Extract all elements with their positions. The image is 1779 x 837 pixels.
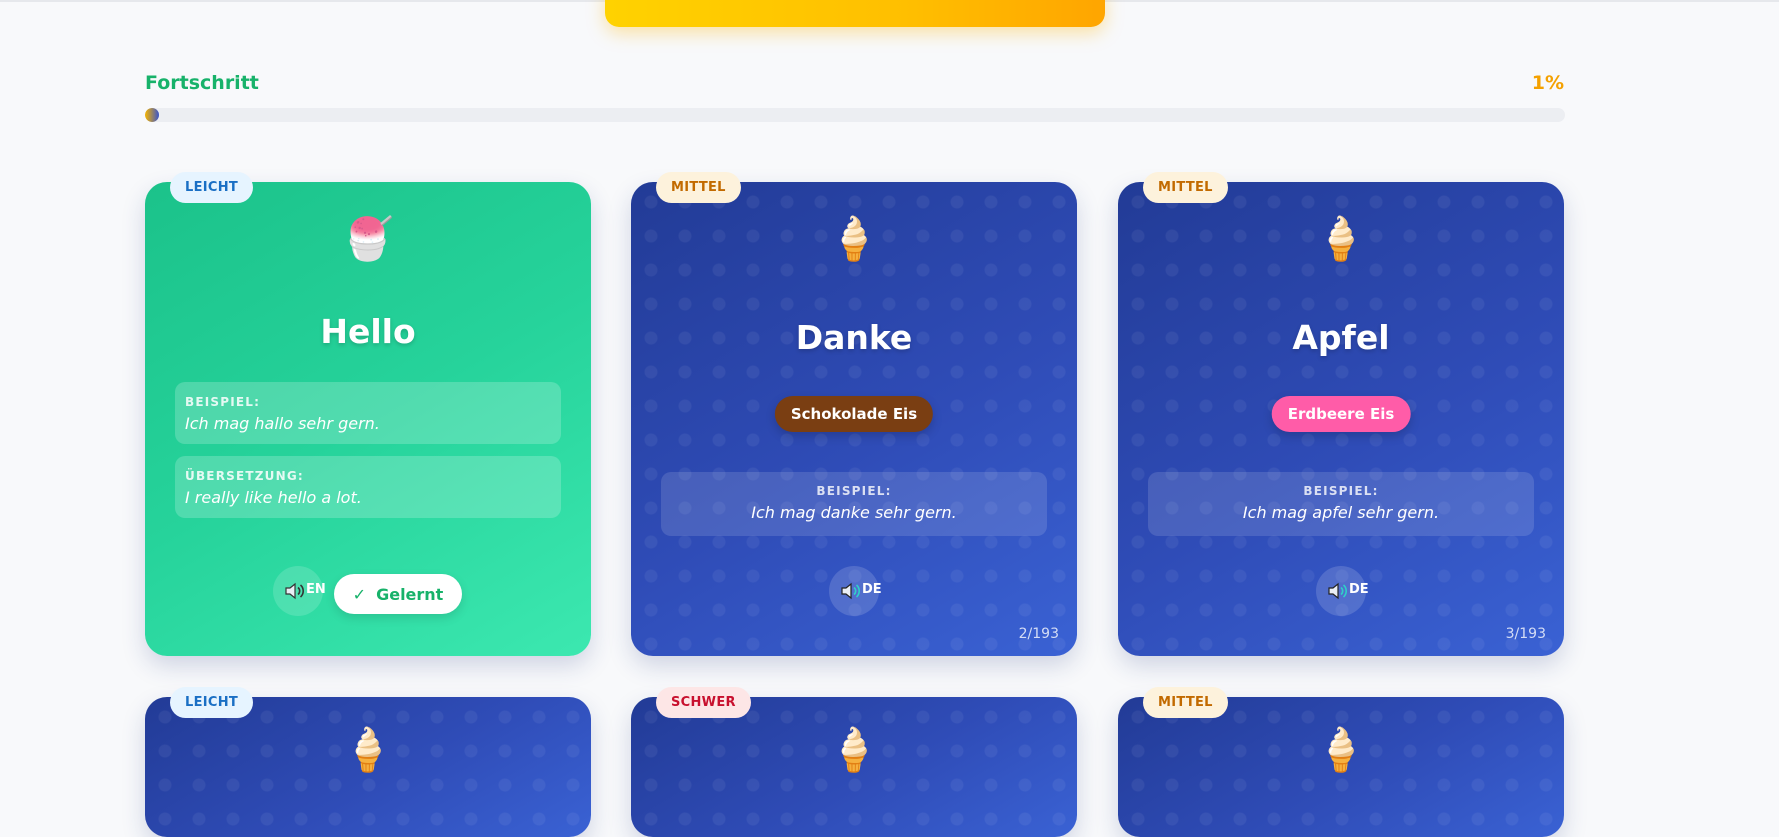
audio-button[interactable]: EN: [273, 566, 326, 616]
difficulty-badge: LEICHT: [170, 172, 254, 203]
difficulty-badge: LEICHT: [170, 687, 254, 718]
example-box: BEISPIEL: Ich mag hallo sehr gern.: [175, 382, 561, 444]
example-title: BEISPIEL:: [185, 395, 261, 409]
vocab-card[interactable]: LEICHT 🍦: [145, 687, 591, 837]
speaker-icon: [841, 582, 861, 600]
speaker-icon: [285, 582, 305, 600]
progress-bar-fill: [145, 108, 160, 122]
example-title: BEISPIEL:: [1303, 484, 1379, 498]
ice-cream-cone-icon: 🍦: [1314, 214, 1368, 263]
speaker-icon: [1328, 582, 1348, 600]
progress-percent: 1%: [1531, 72, 1564, 94]
ice-cream-cone-icon: 🍦: [341, 725, 395, 774]
example-box: BEISPIEL: Ich mag danke sehr gern.: [661, 472, 1047, 536]
translation-box: ÜBERSETZUNG: I really like hello a lot.: [175, 456, 561, 518]
difficulty-badge: MITTEL: [656, 172, 741, 203]
example-title: BEISPIEL:: [816, 484, 892, 498]
translation-title: ÜBERSETZUNG:: [185, 469, 304, 483]
top-banner: [605, 0, 1105, 27]
audio-button[interactable]: DE: [1316, 566, 1369, 616]
audio-lang: DE: [862, 582, 882, 597]
learned-button[interactable]: ✓ Gelernt: [334, 574, 462, 614]
ice-cream-cone-icon: 🍦: [827, 725, 881, 774]
vocab-card[interactable]: MITTEL 🍦: [1118, 687, 1564, 837]
card-word: Hello: [320, 312, 416, 351]
flavor-pill: Erdbeere Eis: [1271, 396, 1411, 432]
vocab-card-apfel[interactable]: MITTEL 🍦 Apfel Erdbeere Eis BEISPIEL: Ic…: [1118, 172, 1564, 656]
example-box: BEISPIEL: Ich mag apfel sehr gern.: [1148, 472, 1534, 536]
card-counter: 3/193: [1505, 626, 1546, 642]
example-text: Ich mag danke sehr gern.: [751, 503, 957, 522]
progress-bar: [145, 108, 1565, 122]
flavor-pill: Schokolade Eis: [774, 396, 934, 432]
difficulty-badge: MITTEL: [1143, 687, 1228, 718]
vocab-card-hello[interactable]: LEICHT 🍧 Hello BEISPIEL: Ich mag hallo s…: [145, 172, 591, 656]
ice-cream-cone-icon: 🍦: [1314, 725, 1368, 774]
progress-label: Fortschritt: [145, 72, 259, 94]
check-icon: ✓: [352, 584, 367, 604]
audio-lang: EN: [306, 582, 326, 597]
vocab-card-danke[interactable]: MITTEL 🍦 Danke Schokolade Eis BEISPIEL: …: [631, 172, 1077, 656]
vocab-card[interactable]: SCHWER 🍦: [631, 687, 1077, 837]
example-text: Ich mag hallo sehr gern.: [185, 414, 380, 433]
card-counter: 2/193: [1018, 626, 1059, 642]
ice-cream-cone-icon: 🍦: [827, 214, 881, 263]
card-word: Apfel: [1292, 318, 1390, 357]
card-word: Danke: [795, 318, 913, 357]
audio-button[interactable]: DE: [829, 566, 882, 616]
difficulty-badge: SCHWER: [656, 687, 751, 718]
example-text: Ich mag apfel sehr gern.: [1242, 503, 1440, 522]
learned-label: Gelernt: [376, 584, 444, 604]
difficulty-badge: MITTEL: [1143, 172, 1228, 203]
shaved-ice-icon: 🍧: [341, 214, 395, 263]
translation-text: I really like hello a lot.: [185, 488, 362, 507]
audio-lang: DE: [1349, 582, 1369, 597]
